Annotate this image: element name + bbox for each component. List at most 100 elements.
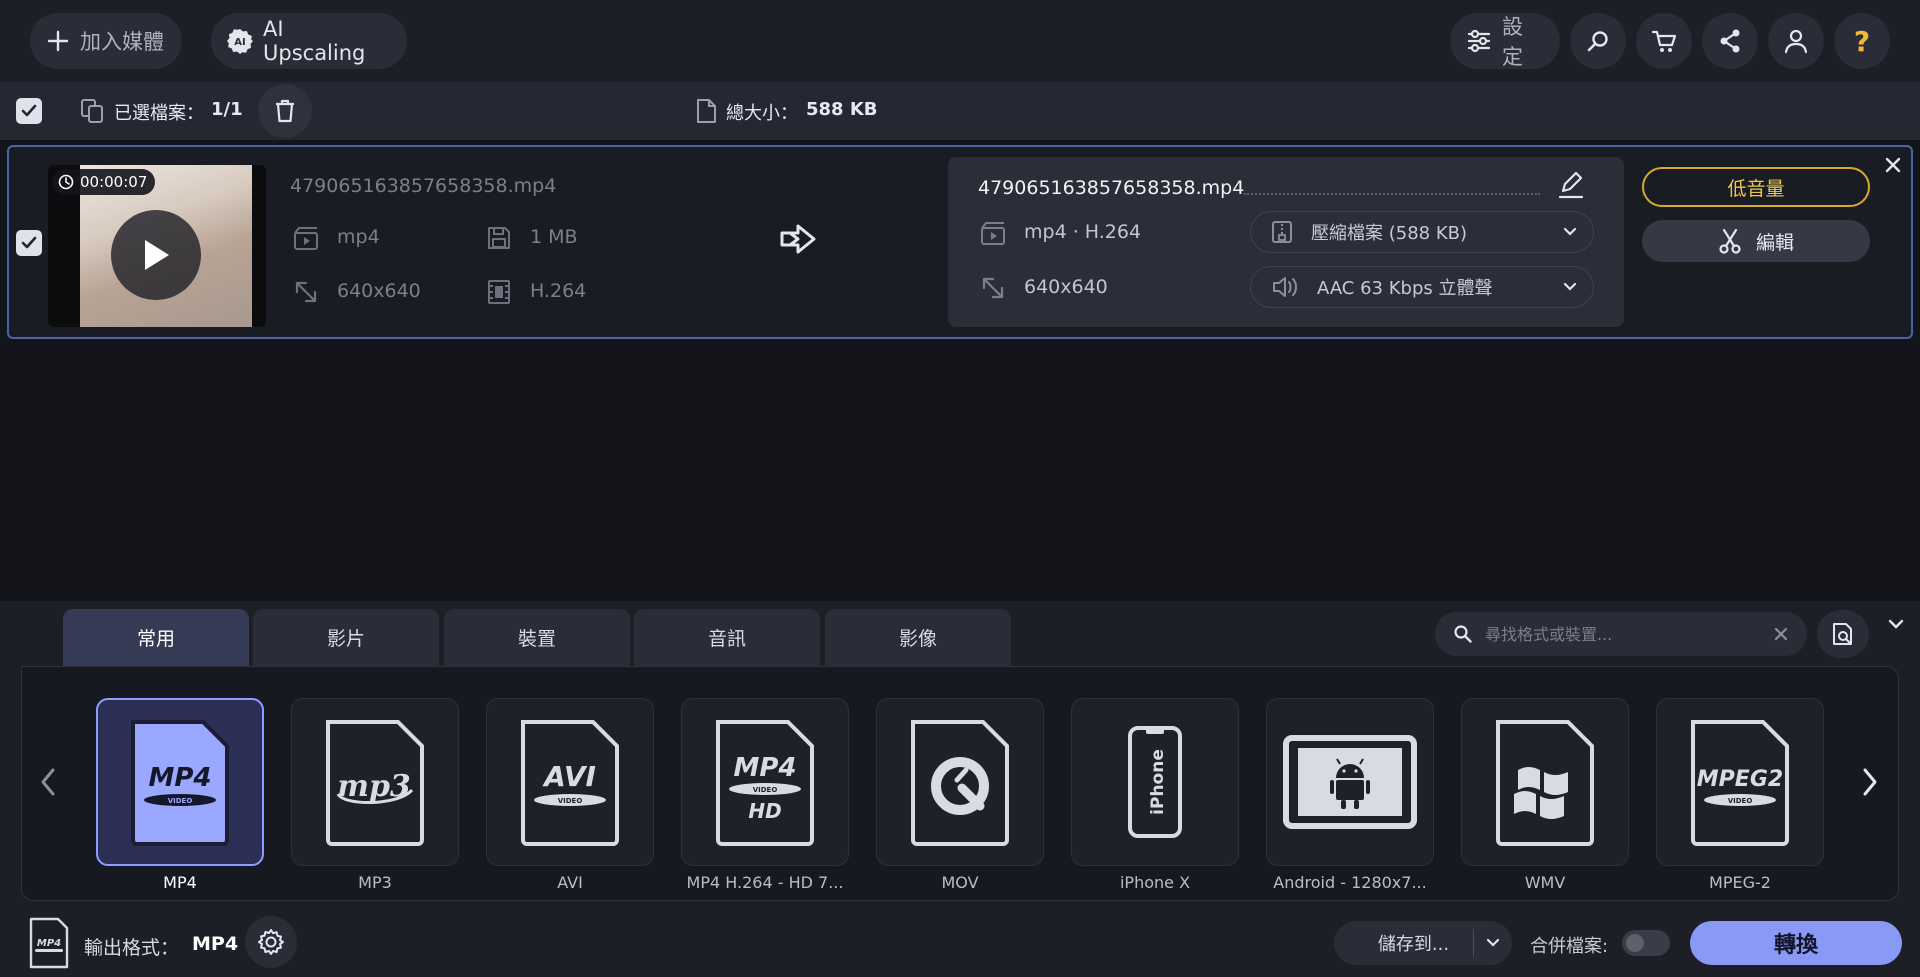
tab-video[interactable]: 影片	[253, 609, 439, 666]
format-card-mp3[interactable]: mp3	[291, 698, 459, 866]
rename-pencil-icon[interactable]	[1555, 170, 1585, 200]
help-button[interactable]: ?	[1834, 13, 1890, 69]
compress-dropdown[interactable]: 壓縮檔案 (588 KB)	[1250, 211, 1594, 253]
svg-text:MP4: MP4	[148, 763, 211, 793]
clear-icon[interactable]	[1773, 626, 1789, 642]
toggle-knob	[1626, 934, 1644, 952]
source-size: 1 MB	[530, 226, 578, 248]
share-button[interactable]	[1702, 13, 1758, 69]
duration-text: 00:00:07	[80, 173, 148, 191]
video-thumbnail[interactable]: 00:00:07	[48, 165, 266, 327]
svg-text:VIDEO: VIDEO	[1728, 797, 1753, 805]
select-all-checkbox[interactable]	[16, 98, 42, 124]
format-card-mov[interactable]	[876, 698, 1044, 866]
speaker-icon	[1271, 275, 1299, 299]
search-icon	[1453, 624, 1473, 644]
help-icon: ?	[1853, 24, 1871, 58]
search-icon	[1585, 28, 1611, 54]
file-checkbox[interactable]	[16, 230, 42, 256]
tab-devices[interactable]: 裝置	[444, 609, 630, 666]
svg-text:VIDEO: VIDEO	[558, 797, 583, 805]
codec-icon	[485, 278, 513, 306]
mp4-format-icon: MP4 VIDEO	[125, 714, 235, 850]
svg-text:AVI: AVI	[542, 760, 596, 793]
edit-label: 編輯	[1755, 231, 1794, 254]
format-label-mpeg2: MPEG-2	[1709, 873, 1771, 892]
svg-text:HD: HD	[748, 799, 781, 823]
output-resolution: 640x640	[1024, 276, 1108, 298]
check-icon	[20, 234, 38, 252]
avi-format-icon: AVI VIDEO	[515, 714, 625, 850]
mp3-format-icon: mp3	[320, 714, 430, 850]
account-button[interactable]	[1768, 13, 1824, 69]
delete-button[interactable]	[258, 84, 312, 138]
total-size-label: 總大小：	[726, 103, 798, 124]
format-card-mp4-hd[interactable]: MP4 VIDEO HD	[681, 698, 849, 866]
svg-text:MP4: MP4	[733, 753, 796, 783]
save-to-dropdown[interactable]: 儲存到...	[1334, 921, 1512, 965]
format-card-android[interactable]	[1266, 698, 1434, 866]
format-card-mp4[interactable]: MP4 VIDEO	[96, 698, 264, 866]
compress-label: 壓縮檔案 (588 KB)	[1311, 223, 1467, 244]
cart-button[interactable]	[1636, 13, 1692, 69]
format-label-android: Android - 1280x7...	[1273, 873, 1427, 892]
low-volume-button[interactable]: 低音量	[1642, 167, 1870, 207]
format-label-mov: MOV	[941, 873, 979, 892]
file-search-icon	[1830, 621, 1856, 647]
format-label-mp4-hd: MP4 H.264 - HD 7...	[686, 873, 844, 892]
video-format-icon	[292, 224, 320, 252]
quicktime-icon	[905, 714, 1015, 850]
add-media-button[interactable]: 加入媒體	[30, 13, 182, 69]
format-card-wmv[interactable]	[1461, 698, 1629, 866]
merge-files-label: 合併檔案:	[1530, 936, 1609, 957]
play-button[interactable]	[111, 210, 201, 300]
windows-logo-icon	[1490, 714, 1600, 850]
total-size-value: 588 KB	[806, 99, 878, 120]
ai-upscaling-button[interactable]: AI AI Upscaling	[211, 13, 407, 69]
name-dotted-line	[1244, 193, 1540, 195]
scroll-left-icon[interactable]	[36, 766, 60, 798]
search-input[interactable]	[1485, 624, 1761, 644]
settings-button[interactable]: 設定	[1450, 13, 1560, 69]
output-resolution-icon	[979, 274, 1007, 302]
user-icon	[1782, 27, 1810, 55]
search-button[interactable]	[1570, 13, 1626, 69]
plus-icon	[46, 29, 70, 53]
tab-audio[interactable]: 音訊	[634, 609, 820, 666]
output-settings-button[interactable]	[245, 916, 297, 968]
close-icon[interactable]	[1883, 155, 1903, 175]
play-icon	[141, 238, 171, 272]
format-card-mpeg2[interactable]: MPEG2 VIDEO	[1656, 698, 1824, 866]
tab-common[interactable]: 常用	[63, 609, 249, 666]
convert-arrow-icon	[778, 222, 820, 256]
audio-dropdown[interactable]: AAC 63 Kbps 立體聲	[1250, 266, 1594, 308]
svg-text:MP4: MP4	[37, 938, 61, 949]
scroll-right-icon[interactable]	[1858, 766, 1882, 798]
scissors-icon	[1718, 228, 1742, 254]
format-label-iphone-x: iPhone X	[1119, 873, 1191, 892]
edit-button[interactable]: 編輯	[1642, 220, 1870, 262]
format-label-mp3: MP3	[358, 873, 392, 892]
output-file-name[interactable]: 479065163857658358.mp4	[978, 177, 1244, 199]
format-card-avi[interactable]: AVI VIDEO	[486, 698, 654, 866]
settings-label: 設定	[1502, 15, 1523, 69]
source-resolution: 640x640	[337, 280, 421, 302]
save-to-label: 儲存到...	[1377, 934, 1450, 955]
tab-images[interactable]: 影像	[825, 609, 1011, 666]
gear-icon	[256, 927, 286, 957]
format-label-avi: AVI	[557, 873, 583, 892]
chevron-down-icon[interactable]	[1474, 938, 1512, 948]
merge-files-toggle[interactable]	[1622, 930, 1670, 956]
iphone-icon: iPhone	[1120, 722, 1190, 842]
convert-button[interactable]: 轉換	[1690, 921, 1902, 965]
svg-text:MPEG2: MPEG2	[1697, 767, 1783, 792]
add-media-label: 加入媒體	[80, 30, 164, 54]
output-format-icon	[979, 219, 1007, 247]
format-search[interactable]	[1435, 612, 1807, 656]
format-card-iphone-x[interactable]: iPhone	[1071, 698, 1239, 866]
format-label-mp4: MP4	[163, 873, 197, 892]
collapse-chevron-icon[interactable]	[1886, 614, 1906, 634]
share-icon	[1716, 27, 1744, 55]
mpeg2-format-icon: MPEG2 VIDEO	[1685, 714, 1795, 850]
format-detect-button[interactable]	[1817, 610, 1869, 658]
